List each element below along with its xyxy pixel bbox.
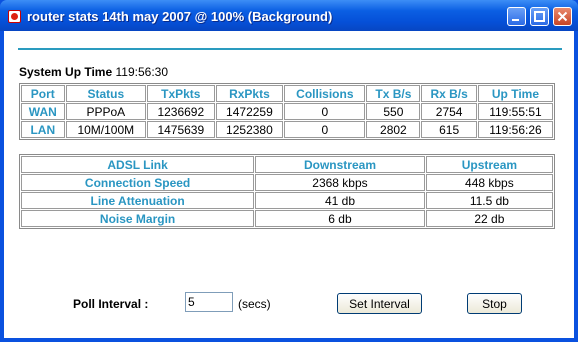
table-cell: 119:56:26 [477,121,553,138]
system-uptime: System Up Time 119:56:30 [19,65,168,79]
divider [18,48,562,50]
poll-interval-label: Poll Interval : [73,297,149,311]
table-header-row: ADSL Link Downstream Upstream [21,156,553,173]
column-header: ADSL Link [21,156,255,173]
system-uptime-label: System Up Time [19,65,113,79]
table-cell: 2754 [421,103,477,120]
row-label: Line Attenuation [21,192,255,209]
minimize-icon [512,19,519,21]
table-cell: 448 kbps [425,174,553,191]
table-cell: 2368 kbps [255,174,425,191]
column-header: Up Time [477,85,553,102]
poll-interval-units: (secs) [238,297,271,311]
port-name: WAN [21,103,65,120]
table-cell: 10M/100M [65,121,146,138]
column-header: Downstream [255,156,425,173]
port-stats-table: Port Status TxPkts RxPkts Collisions Tx … [19,83,555,140]
column-header: Port [21,85,65,102]
close-button[interactable] [553,7,572,26]
table-cell: 1475639 [147,121,215,138]
adsl-table: ADSL Link Downstream Upstream Connection… [19,154,555,229]
client-area: System Up Time 119:56:30 Port Status TxP… [4,31,574,338]
table-cell: 41 db [255,192,425,209]
app-icon[interactable] [8,10,21,23]
table-cell: 1236692 [147,103,215,120]
column-header: RxPkts [215,85,284,102]
set-interval-button[interactable]: Set Interval [337,293,422,314]
minimize-button[interactable] [507,7,526,26]
table-row: Line Attenuation 41 db 11.5 db [21,192,553,209]
table-row: WAN PPPoA 1236692 1472259 0 550 2754 119… [21,103,553,120]
maximize-button[interactable] [530,7,549,26]
stop-button[interactable]: Stop [467,293,522,314]
table-cell: 615 [421,121,477,138]
table-row: LAN 10M/100M 1475639 1252380 0 2802 615 … [21,121,553,138]
port-name: LAN [21,121,65,138]
close-icon [557,11,568,22]
column-header: Tx B/s [366,85,421,102]
system-uptime-value: 119:56:30 [115,65,169,79]
column-header: Status [65,85,146,102]
maximize-icon [534,11,545,22]
column-header: TxPkts [147,85,215,102]
table-cell: 1252380 [215,121,284,138]
table-row: Connection Speed 2368 kbps 448 kbps [21,174,553,191]
table-cell: 550 [366,103,421,120]
table-row: Noise Margin 6 db 22 db [21,210,553,227]
table-header-row: Port Status TxPkts RxPkts Collisions Tx … [21,85,553,102]
table-cell: 6 db [255,210,425,227]
row-label: Noise Margin [21,210,255,227]
table-cell: 22 db [425,210,553,227]
row-label: Connection Speed [21,174,255,191]
table-cell: 0 [284,103,366,120]
column-header: Rx B/s [421,85,477,102]
window-title: router stats 14th may 2007 @ 100% (Backg… [27,9,333,24]
table-cell: 119:55:51 [477,103,553,120]
table-cell: 11.5 db [425,192,553,209]
table-cell: PPPoA [65,103,146,120]
poll-interval-input[interactable] [185,292,233,312]
table-cell: 2802 [366,121,421,138]
column-header: Collisions [284,85,366,102]
column-header: Upstream [425,156,553,173]
title-bar[interactable]: router stats 14th may 2007 @ 100% (Backg… [0,0,578,31]
table-cell: 0 [284,121,366,138]
app-window: router stats 14th may 2007 @ 100% (Backg… [0,0,578,342]
table-cell: 1472259 [215,103,284,120]
